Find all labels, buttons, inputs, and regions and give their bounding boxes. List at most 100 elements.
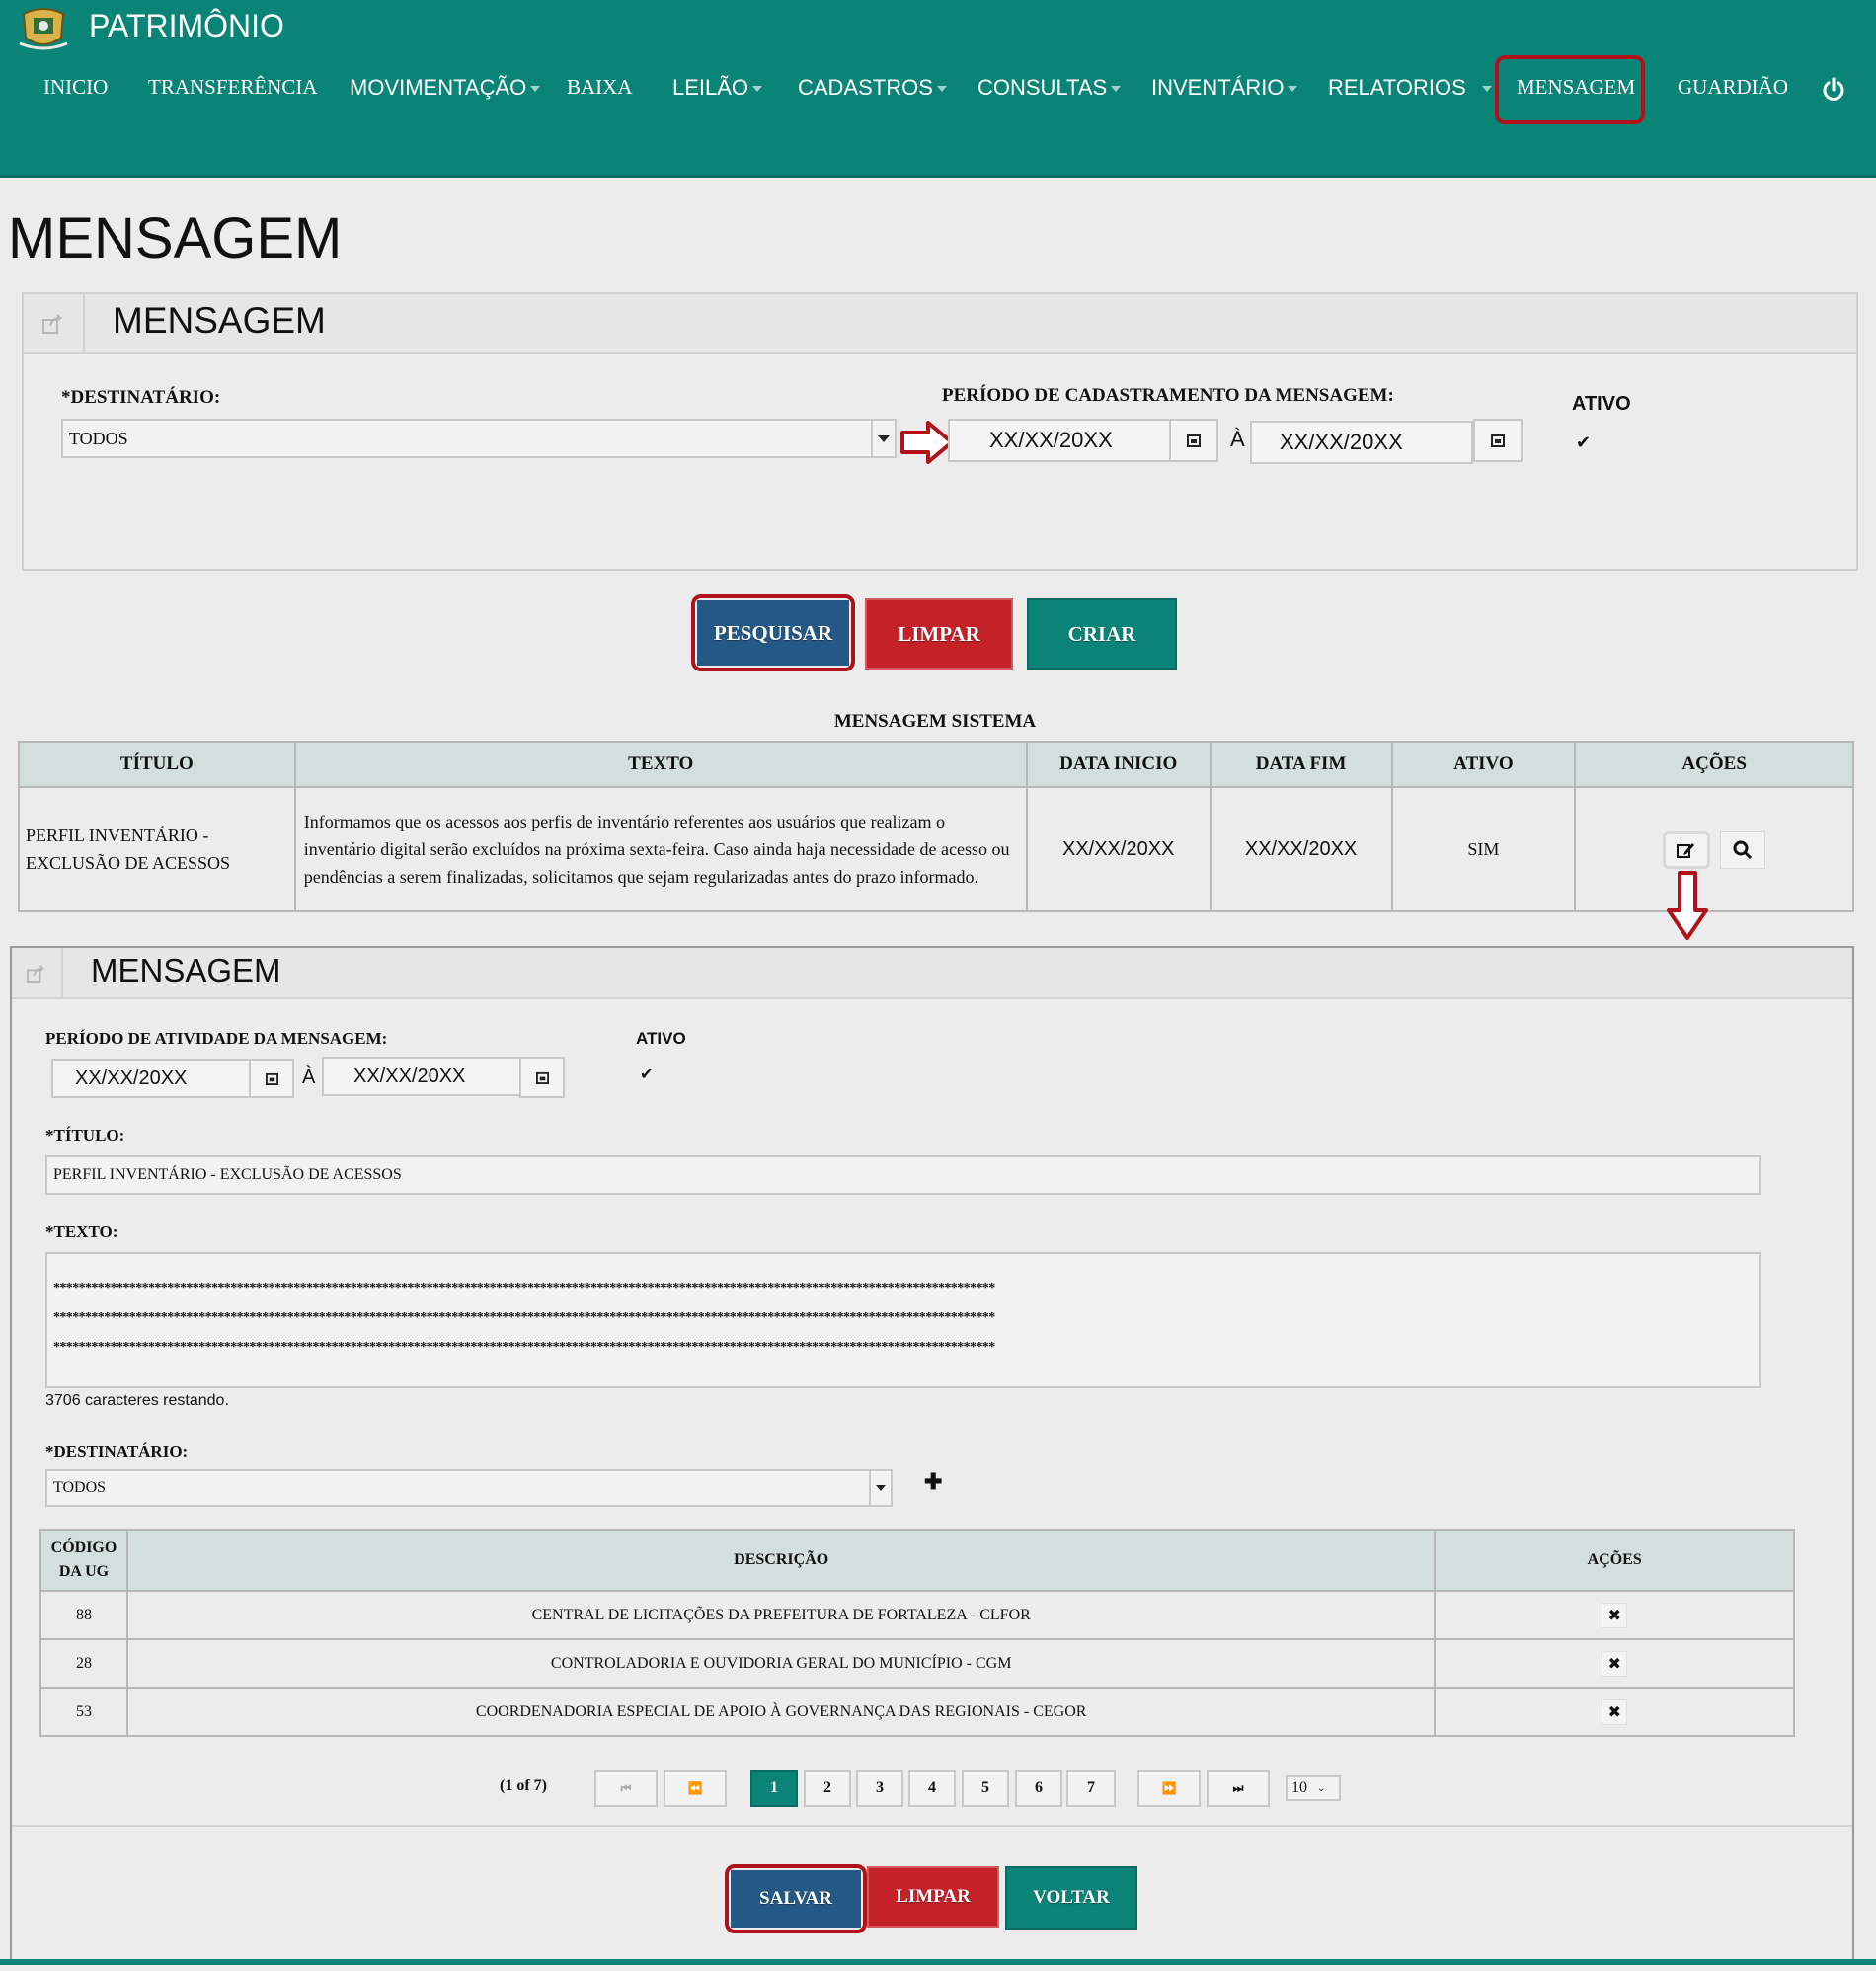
voltar-button[interactable]: VOLTAR — [1005, 1866, 1137, 1930]
cell-descricao: CENTRAL DE LICITAÇÕES DA PREFEITURA DE F… — [125, 1590, 1437, 1640]
page-button-2[interactable]: 2 — [804, 1770, 851, 1807]
nav-label: MENSAGEM — [1517, 75, 1636, 99]
nav-guardiao[interactable]: GUARDIÃO — [1678, 75, 1788, 100]
col-header: TÍTULO — [18, 741, 296, 788]
nav-mensagem[interactable]: MENSAGEM — [1517, 75, 1635, 100]
calendar-icon — [1187, 434, 1201, 447]
ug-table: CÓDIGO DA UG DESCRIÇÃO AÇÕES 88 CENTRAL … — [39, 1529, 1795, 1737]
pesquisar-button[interactable]: PESQUISAR — [697, 600, 849, 666]
nav-baixa[interactable]: BAIXA — [567, 75, 633, 100]
edit-button[interactable] — [1663, 831, 1710, 869]
power-icon[interactable] — [1821, 77, 1846, 108]
limpar-button[interactable]: LIMPAR — [867, 1866, 999, 1928]
periodo-atividade-label: PERÍODO DE ATIVIDADE DA MENSAGEM: — [45, 1029, 388, 1048]
nav-cadastros[interactable]: CADASTROS — [798, 75, 947, 101]
col-header: TEXTO — [293, 741, 1028, 788]
chevron-down-icon[interactable] — [871, 421, 895, 456]
chevron-down-icon[interactable] — [869, 1471, 891, 1505]
titulo-input[interactable]: PERFIL INVENTÁRIO - EXCLUSÃO DE ACESSOS — [45, 1155, 1761, 1195]
page-button-3[interactable]: 3 — [856, 1770, 903, 1807]
rows-per-page-select[interactable]: 10 ⌄ — [1286, 1775, 1341, 1801]
search-panel: MENSAGEM *DESTINATÁRIO: TODOS PERÍODO DE… — [22, 292, 1858, 571]
panel-title: MENSAGEM — [91, 952, 281, 988]
next-page-button[interactable]: ⏩ — [1137, 1770, 1201, 1807]
table-row: PERFIL INVENTÁRIO - EXCLUSÃO DE ACESSOS … — [18, 786, 1854, 912]
nav-inicio[interactable]: INICIO — [43, 75, 108, 100]
nav-label: INICIO — [43, 75, 109, 99]
page-title: MENSAGEM — [8, 206, 343, 271]
texto-line: ****************************************… — [53, 1281, 995, 1296]
nav-label: GUARDIÃO — [1678, 75, 1788, 99]
edit-icon — [1677, 843, 1694, 858]
add-icon[interactable]: ✚ — [924, 1469, 942, 1495]
texto-line: ****************************************… — [53, 1340, 995, 1355]
footer-bar — [0, 1959, 1876, 1965]
nav-label: CONSULTAS — [977, 75, 1108, 100]
page-button-5[interactable]: 5 — [962, 1770, 1009, 1807]
table-row: 88 CENTRAL DE LICITAÇÕES DA PREFEITURA D… — [39, 1590, 1795, 1640]
col-header: ATIVO — [1390, 741, 1577, 788]
nav-leilao[interactable]: LEILÃO — [672, 75, 763, 101]
first-page-button[interactable]: ⏮ — [594, 1770, 658, 1807]
date-to-input[interactable]: XX/XX/20XX — [1250, 421, 1473, 464]
cell-texto: Informamos que os acessos aos perfis de … — [293, 786, 1028, 912]
criar-button[interactable]: CRIAR — [1027, 598, 1177, 670]
remove-icon[interactable]: ✖ — [1602, 1698, 1628, 1725]
nav-label: INVENTÁRIO — [1151, 75, 1285, 100]
nav-consultas[interactable]: CONSULTAS — [977, 75, 1122, 101]
cell-acoes — [1574, 786, 1854, 912]
date-to-input[interactable]: XX/XX/20XX — [322, 1057, 521, 1096]
share-icon — [12, 948, 63, 999]
date-from-input[interactable]: XX/XX/20XX — [51, 1059, 251, 1098]
nav-label: CADASTROS — [798, 75, 933, 100]
destinatario-select[interactable]: TODOS — [61, 419, 897, 458]
page-button-7[interactable]: 7 — [1066, 1770, 1116, 1807]
destinatario-label: *DESTINATÁRIO: — [45, 1442, 189, 1460]
last-page-button[interactable]: ⏭ — [1207, 1770, 1270, 1807]
destinatario-select[interactable]: TODOS — [45, 1469, 893, 1507]
cell-acoes: ✖ — [1434, 1687, 1795, 1737]
ativo-checkbox[interactable]: ✔ — [640, 1064, 653, 1084]
texto-label: *TEXTO: — [45, 1222, 118, 1241]
nav-transferencia[interactable]: TRANSFERÊNCIA — [148, 75, 318, 100]
results-table: TÍTULO TEXTO DATA INICIO DATA FIM ATIVO … — [18, 741, 1854, 912]
prev-page-button[interactable]: ⏪ — [664, 1770, 727, 1807]
page-button-4[interactable]: 4 — [908, 1770, 956, 1807]
chevron-down-icon — [752, 86, 763, 93]
calendar-button[interactable] — [519, 1057, 565, 1098]
ativo-label: ATIVO — [1572, 393, 1631, 415]
texto-textarea[interactable]: ****************************************… — [45, 1252, 1761, 1388]
calendar-icon — [1491, 434, 1505, 447]
salvar-button[interactable]: SALVAR — [731, 1870, 861, 1928]
cell-codigo: 53 — [39, 1687, 128, 1737]
date-from-input[interactable]: XX/XX/20XX — [948, 419, 1171, 462]
chevron-down-icon — [530, 86, 541, 93]
cell-descricao: CONTROLADORIA E OUVIDORIA GERAL DO MUNIC… — [125, 1638, 1437, 1689]
texto-line: ****************************************… — [53, 1310, 995, 1325]
panel-title: MENSAGEM — [113, 300, 326, 341]
remove-icon[interactable]: ✖ — [1602, 1602, 1628, 1628]
col-header: DATA FIM — [1209, 741, 1393, 788]
red-arrow-down-icon — [1665, 869, 1710, 949]
divider — [12, 1825, 1852, 1827]
ativo-checkbox[interactable]: ✔ — [1576, 433, 1591, 453]
calendar-icon — [535, 1071, 549, 1084]
col-header: CÓDIGO DA UG — [39, 1529, 128, 1592]
calendar-button[interactable] — [1473, 419, 1523, 462]
date-separator: À — [302, 1066, 316, 1088]
cell-data-inicio: XX/XX/20XX — [1025, 786, 1212, 912]
calendar-button[interactable] — [249, 1059, 294, 1098]
page-button-1[interactable]: 1 — [750, 1770, 798, 1807]
page-button-6[interactable]: 6 — [1015, 1770, 1062, 1807]
search-icon — [1733, 840, 1753, 860]
view-button[interactable] — [1720, 831, 1765, 869]
limpar-button[interactable]: LIMPAR — [865, 598, 1013, 670]
nav-inventario[interactable]: INVENTÁRIO — [1151, 75, 1298, 101]
cell-acoes: ✖ — [1434, 1590, 1795, 1640]
calendar-button[interactable] — [1169, 419, 1218, 462]
destinatario-value: TODOS — [69, 429, 128, 448]
nav-relatorios[interactable]: RELATORIOS — [1328, 75, 1492, 101]
cell-titulo: PERFIL INVENTÁRIO - EXCLUSÃO DE ACESSOS — [18, 786, 296, 912]
nav-movimentacao[interactable]: MOVIMENTAÇÃO — [350, 75, 541, 101]
remove-icon[interactable]: ✖ — [1602, 1650, 1628, 1677]
